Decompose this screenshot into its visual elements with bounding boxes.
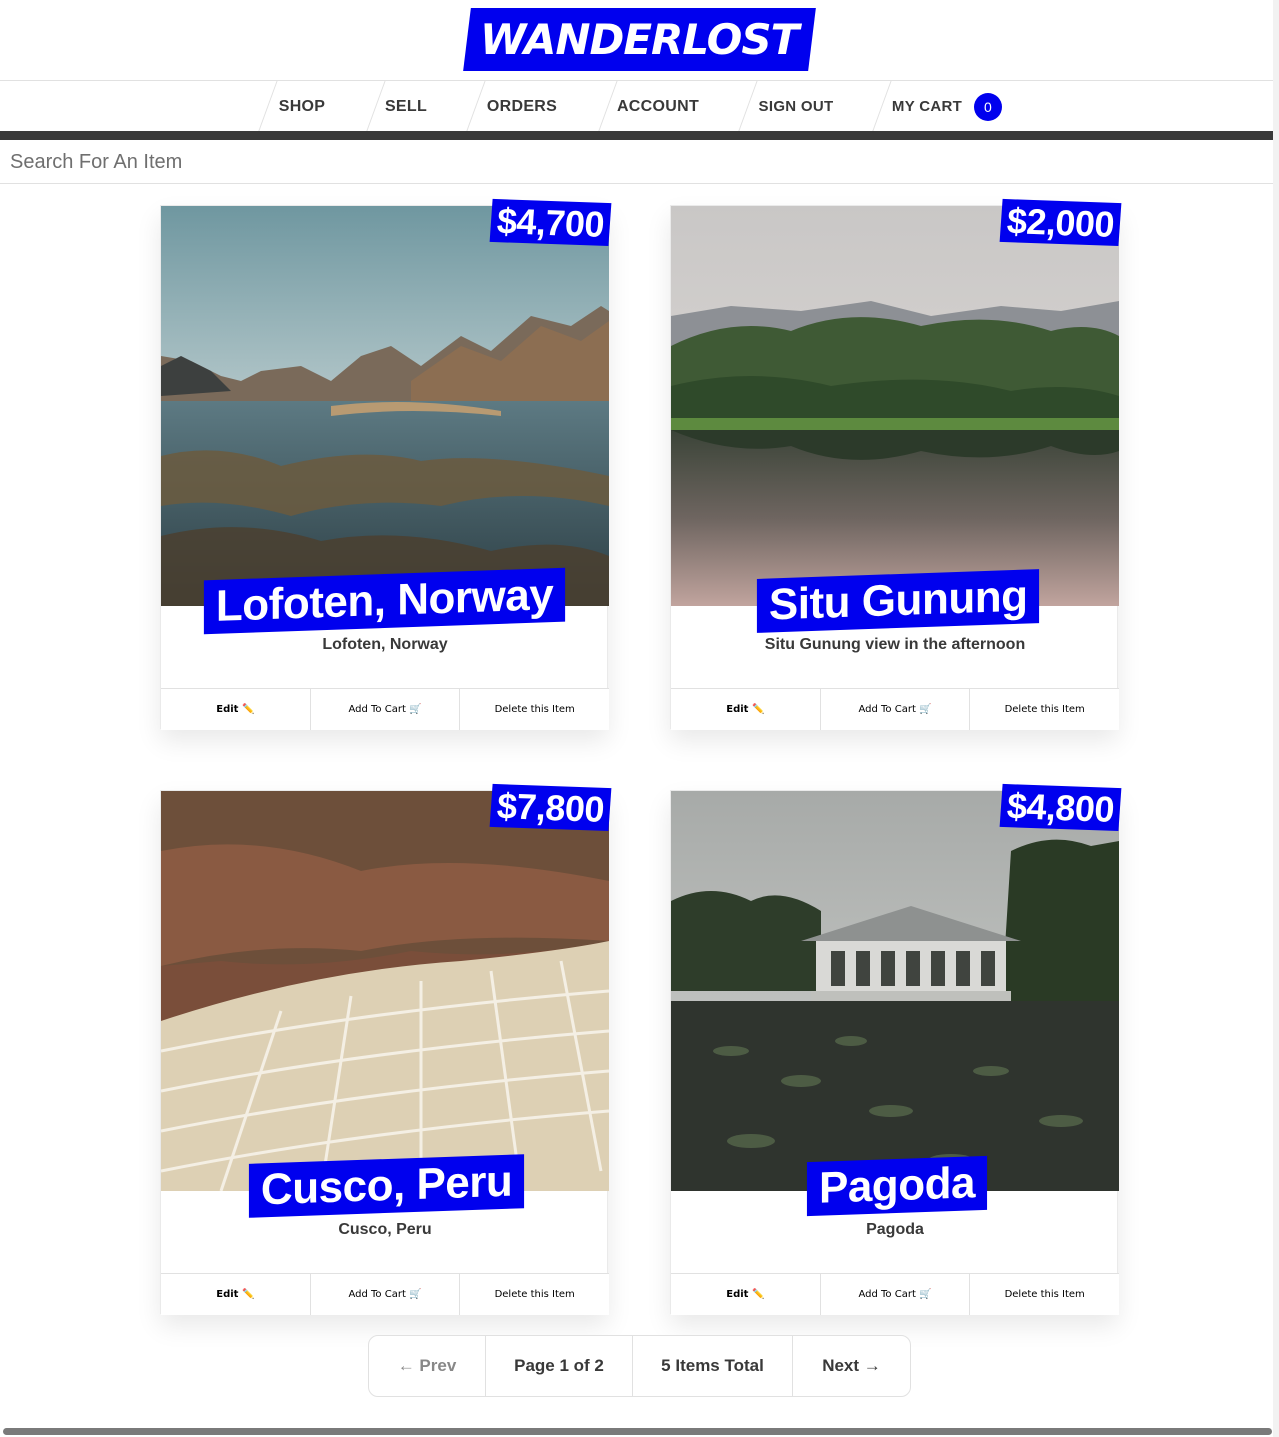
nav-divider-bar	[0, 131, 1279, 140]
delete-item-button[interactable]: Delete this Item	[970, 689, 1120, 730]
cart-label: MY CART	[891, 98, 963, 115]
item-title[interactable]: Situ Gunung	[756, 569, 1040, 633]
nav-shop[interactable]: SHOP	[260, 81, 344, 132]
main-nav: SHOP SELL ORDERS ACCOUNT SIGN OUT MY CAR…	[0, 80, 1279, 132]
item-description: Pagoda	[866, 1221, 924, 1238]
item-actions: Edit ✏️ Add To Cart 🛒 Delete this Item	[161, 1273, 610, 1315]
item-card: $4,800 Pagoda Pagoda Edit ✏️ Add To Cart…	[670, 783, 1122, 1315]
prev-page-button[interactable]: ← Prev	[369, 1336, 486, 1396]
edit-button[interactable]: Edit ✏️	[671, 1274, 821, 1315]
item-actions: Edit ✏️ Add To Cart 🛒 Delete this Item	[161, 688, 610, 730]
items-total: 5 Items Total	[633, 1336, 793, 1396]
add-to-cart-button[interactable]: Add To Cart 🛒	[820, 689, 971, 730]
item-description: Situ Gunung view in the afternoon	[764, 636, 1026, 653]
item-card: $7,800 Cusco, Peru Cusco, Peru Edit ✏️ A…	[160, 783, 612, 1315]
nav-account[interactable]: ACCOUNT	[600, 81, 716, 132]
item-title[interactable]: Pagoda	[806, 1155, 987, 1217]
item-price: $4,700	[489, 198, 612, 247]
page-indicator: Page 1 of 2	[486, 1336, 633, 1396]
edit-button[interactable]: Edit ✏️	[161, 1274, 311, 1315]
item-price: $7,800	[489, 783, 612, 832]
search-input[interactable]	[0, 141, 1279, 184]
nav-sign-out[interactable]: SIGN OUT	[740, 81, 852, 132]
add-to-cart-button[interactable]: Add To Cart 🛒	[820, 1274, 971, 1315]
item-image-situ-gunung[interactable]	[671, 206, 1119, 606]
item-title[interactable]: Lofoten, Norway	[203, 567, 566, 635]
nav-orders[interactable]: ORDERS	[468, 81, 576, 132]
add-to-cart-button[interactable]: Add To Cart 🛒	[310, 1274, 461, 1315]
site-logo[interactable]: WANDERLOST	[463, 8, 816, 71]
cart-count-badge: 0	[974, 92, 1003, 121]
edit-button[interactable]: Edit ✏️	[161, 689, 311, 730]
item-title[interactable]: Cusco, Peru	[248, 1154, 525, 1218]
item-card: $2,000 Situ Gunung Situ Gunung view in t…	[670, 198, 1122, 730]
vertical-scrollbar[interactable]	[1273, 0, 1279, 1437]
item-card: $4,700 Lofoten, Norway Lofoten, Norway E…	[160, 198, 612, 730]
item-actions: Edit ✏️ Add To Cart 🛒 Delete this Item	[671, 1273, 1120, 1315]
delete-item-button[interactable]: Delete this Item	[460, 1274, 610, 1315]
item-image-cusco[interactable]	[161, 791, 609, 1191]
delete-item-button[interactable]: Delete this Item	[970, 1274, 1120, 1315]
item-image-lofoten[interactable]	[161, 206, 609, 606]
item-actions: Edit ✏️ Add To Cart 🛒 Delete this Item	[671, 688, 1120, 730]
item-description: Cusco, Peru	[338, 1221, 432, 1238]
logo-text: WANDERLOST	[480, 15, 799, 64]
nav-sell[interactable]: SELL	[368, 81, 444, 132]
item-price: $2,000	[999, 198, 1122, 247]
nav-my-cart[interactable]: MY CART 0	[874, 81, 1020, 132]
add-to-cart-button[interactable]: Add To Cart 🛒	[310, 689, 461, 730]
item-price: $4,800	[999, 783, 1122, 832]
delete-item-button[interactable]: Delete this Item	[460, 689, 610, 730]
next-page-button[interactable]: Next →	[793, 1336, 910, 1396]
item-image-pagoda[interactable]	[671, 791, 1119, 1191]
edit-button[interactable]: Edit ✏️	[671, 689, 821, 730]
item-description: Lofoten, Norway	[322, 636, 448, 653]
horizontal-scrollbar[interactable]	[3, 1428, 1272, 1435]
pagination: ← Prev Page 1 of 2 5 Items Total Next →	[368, 1335, 911, 1397]
